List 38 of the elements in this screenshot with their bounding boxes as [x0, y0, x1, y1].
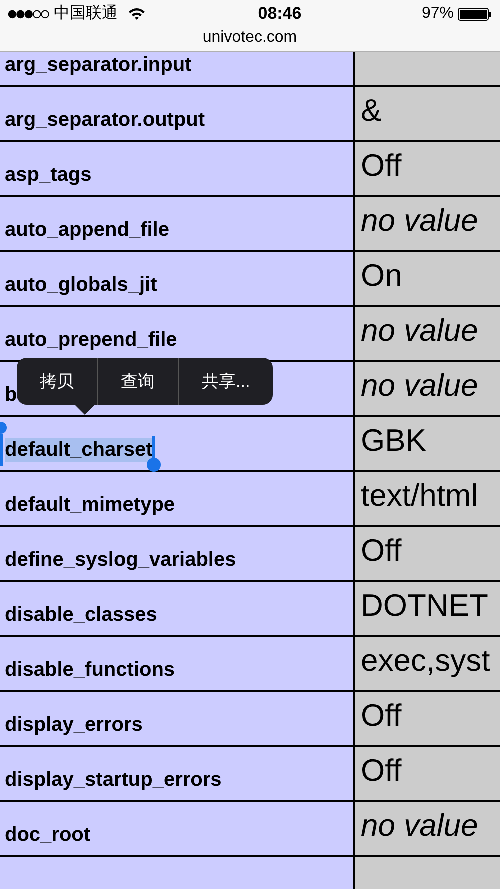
setting-name: display_errors	[5, 713, 143, 737]
setting-name: display_startup_errors	[5, 768, 222, 792]
setting-name: doc_root	[5, 823, 91, 847]
battery-percent: 97%	[422, 4, 454, 24]
setting-value: GBK	[361, 423, 426, 458]
setting-name: define_syslog_variables	[5, 548, 236, 572]
battery-icon	[458, 8, 492, 20]
setting-name: b	[5, 383, 18, 407]
setting-name: arg_separator.input	[5, 53, 192, 77]
setting-name: arg_separator.output	[5, 108, 206, 132]
setting-name: asp_tags	[5, 163, 92, 187]
carrier-name: 中国联通	[54, 4, 118, 24]
setting-value: no value	[361, 313, 478, 348]
setting-value: DOTNET	[361, 588, 488, 623]
signal-icon	[8, 10, 50, 18]
setting-name: disable_functions	[5, 658, 176, 682]
menu-item[interactable]: 拷贝	[17, 358, 97, 405]
setting-name: default_mimetype	[5, 493, 176, 517]
setting-value: On	[361, 258, 402, 293]
setting-value: text/html	[361, 478, 478, 513]
menu-item[interactable]: 共享...	[178, 358, 274, 405]
setting-value: Off	[361, 148, 402, 183]
page-url[interactable]: univotec.com	[202, 28, 298, 48]
clock-time: 08:46	[257, 3, 303, 26]
setting-value: Off	[361, 533, 402, 568]
setting-value: exec,syst	[361, 643, 490, 678]
setting-name: disable_classes	[5, 603, 158, 627]
setting-value: &	[361, 93, 382, 128]
setting-value: Off	[361, 753, 402, 788]
setting-value: no value	[361, 368, 478, 403]
wifi-icon	[128, 7, 146, 21]
setting-value: Off	[361, 698, 402, 733]
setting-name: auto_prepend_file	[5, 328, 178, 352]
setting-name: auto_globals_jit	[5, 273, 158, 297]
menu-item[interactable]: 查询	[97, 358, 178, 405]
setting-value: no value	[361, 808, 478, 843]
setting-value: no value	[361, 203, 478, 238]
setting-name: auto_append_file	[5, 218, 170, 242]
